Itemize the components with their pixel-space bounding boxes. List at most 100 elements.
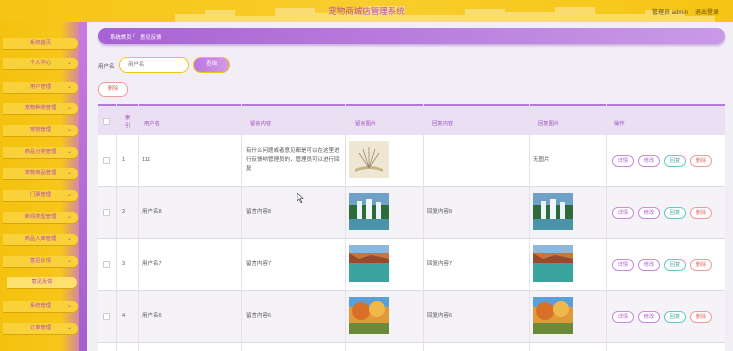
- header-username: 用户名: [144, 121, 160, 127]
- sidebar-item-label: 商品入库管理: [24, 236, 57, 242]
- sidebar-item[interactable]: 商品入库管理 ⌄: [3, 234, 78, 245]
- search-label: 用户名: [98, 64, 115, 70]
- cell-reply: 回复内容6: [427, 313, 453, 319]
- sidebar-item[interactable]: 个人中心 ⌄: [3, 58, 78, 69]
- breadcrumb: 系统首页 / 意见反馈: [98, 28, 725, 44]
- reply-image: [533, 193, 573, 230]
- message-image: [349, 193, 389, 230]
- delete-button[interactable]: 删除: [690, 207, 712, 219]
- cell-content: 留言内容7: [246, 261, 272, 267]
- cell-index: 1: [122, 157, 126, 163]
- delete-button[interactable]: 删除: [690, 259, 712, 271]
- sidebar-item-label: 订单管理: [29, 325, 52, 331]
- edit-button[interactable]: 修改: [638, 207, 660, 219]
- app-title: 宠物商城店管理系统: [328, 6, 405, 16]
- column-divider: [606, 104, 607, 351]
- column-divider: [423, 104, 424, 351]
- message-image: [349, 141, 389, 178]
- cell-index: 3: [122, 261, 126, 267]
- chevron-down-icon: ⌄: [66, 258, 72, 264]
- sidebar-item-label: 用户管理: [29, 84, 52, 90]
- reply-image: [533, 245, 573, 282]
- sidebar-item[interactable]: 系统首页: [3, 38, 78, 49]
- sidebar-item[interactable]: 新闻类型管理 ⌄: [3, 212, 78, 223]
- sidebar-item[interactable]: 订单管理 ⌄: [3, 323, 78, 334]
- breadcrumb-separator: /: [133, 33, 135, 39]
- chevron-down-icon: ⌄: [66, 303, 72, 309]
- sidebar-item[interactable]: 用户管理 ⌄: [3, 82, 78, 93]
- sidebar-item[interactable]: 商品分类管理 ⌄: [3, 147, 78, 158]
- row-checkbox[interactable]: [103, 261, 110, 268]
- edit-button[interactable]: 修改: [638, 259, 660, 271]
- breadcrumb-home[interactable]: 系统首页: [110, 33, 132, 41]
- sidebar-item-label: 系统管理: [29, 303, 52, 309]
- cell-username: 用户名7: [142, 261, 162, 267]
- bulk-delete-button[interactable]: 删除: [98, 82, 128, 97]
- cell-content: 留言内容8: [246, 209, 272, 215]
- chevron-down-icon: ⌄: [66, 84, 72, 90]
- table-row: 3 用户名7 留言内容7 回复内容7 详情 修改 回复 删除: [98, 239, 725, 291]
- top-header: 宠物商城店管理系统 管理员 admin 退出登录: [0, 0, 733, 22]
- sidebar-item[interactable]: 宠物管理 ⌄: [3, 125, 78, 136]
- chevron-down-icon: ⌄: [66, 60, 72, 66]
- mouse-cursor-icon: [297, 193, 304, 203]
- column-divider: [116, 104, 117, 351]
- row-checkbox[interactable]: [103, 209, 110, 216]
- column-divider: [241, 104, 242, 351]
- sidebar-item[interactable]: 系统管理 ⌄: [3, 301, 78, 312]
- feedback-table: 索引 用户名 留言内容 留言图片 回复内容 回复图片 操作 1 111 有什么问题或…: [98, 104, 725, 351]
- sidebar-item[interactable]: 宠物商品管理 ⌄: [3, 168, 78, 179]
- cell-no-image: 无图片: [533, 157, 550, 163]
- logout-link[interactable]: 退出登录: [695, 7, 719, 16]
- chevron-down-icon: ⌄: [66, 149, 72, 155]
- chevron-down-icon: ⌄: [66, 325, 72, 331]
- chevron-down-icon: ⌄: [66, 192, 72, 198]
- table-header: 索引 用户名 留言内容 留言图片 回复内容 回复图片 操作: [98, 104, 725, 135]
- sidebar-edge: [79, 22, 87, 351]
- chevron-down-icon: ⌄: [66, 127, 72, 133]
- chevron-down-icon: ⌄: [66, 105, 72, 111]
- message-image: [349, 297, 389, 334]
- sidebar-item[interactable]: 意见反馈 ⌄: [3, 256, 78, 267]
- cell-username: 用户名6: [142, 313, 162, 319]
- username-search-input[interactable]: [119, 57, 189, 73]
- header-operations: 操作: [614, 121, 625, 127]
- reply-image: [533, 297, 573, 334]
- sidebar-item[interactable]: 门票管理 ⌄: [3, 190, 78, 201]
- sidebar-item-label: 个人中心: [29, 60, 52, 66]
- table-row: 4 用户名6 留言内容6 回复内容6 详情 修改 回复 删除: [98, 291, 725, 343]
- sidebar-item-label: 宠物商品管理: [24, 170, 57, 176]
- sidebar-item-label: 意见反馈: [31, 279, 53, 285]
- sidebar-item[interactable]: 意见反馈: [7, 277, 77, 288]
- row-checkbox[interactable]: [103, 313, 110, 320]
- cell-reply: 回复内容8: [427, 209, 453, 215]
- table-row: 2 用户名8 留言内容8 回复内容8 详情 修改 回复 删除: [98, 187, 725, 239]
- header-content: 留言内容: [250, 121, 272, 127]
- row-checkbox[interactable]: [103, 157, 110, 164]
- search-button[interactable]: 查询: [193, 57, 230, 73]
- message-image: [349, 245, 389, 282]
- sidebar-item-label: 新闻类型管理: [24, 214, 57, 220]
- reply-button[interactable]: 回复: [664, 311, 686, 323]
- cell-username: 111: [142, 157, 151, 163]
- reply-button[interactable]: 回复: [664, 207, 686, 219]
- chevron-down-icon: ⌄: [66, 170, 72, 176]
- cell-index: 4: [122, 313, 126, 319]
- column-divider: [345, 104, 346, 351]
- header-reply: 回复内容: [432, 121, 454, 127]
- select-all-checkbox[interactable]: [103, 118, 110, 125]
- sidebar-item[interactable]: 宠物种类管理 ⌄: [3, 103, 78, 114]
- chevron-down-icon: ⌄: [66, 236, 72, 242]
- delete-button[interactable]: 删除: [690, 311, 712, 323]
- header-image: 留言图片: [355, 121, 377, 127]
- detail-button[interactable]: 详情: [612, 259, 634, 271]
- detail-button[interactable]: 详情: [612, 155, 634, 167]
- reply-button[interactable]: 回复: [664, 259, 686, 271]
- reply-button[interactable]: 回复: [664, 155, 686, 167]
- detail-button[interactable]: 详情: [612, 207, 634, 219]
- column-divider: [529, 104, 530, 351]
- delete-button[interactable]: 删除: [690, 155, 712, 167]
- edit-button[interactable]: 修改: [638, 311, 660, 323]
- detail-button[interactable]: 详情: [612, 311, 634, 323]
- edit-button[interactable]: 修改: [638, 155, 660, 167]
